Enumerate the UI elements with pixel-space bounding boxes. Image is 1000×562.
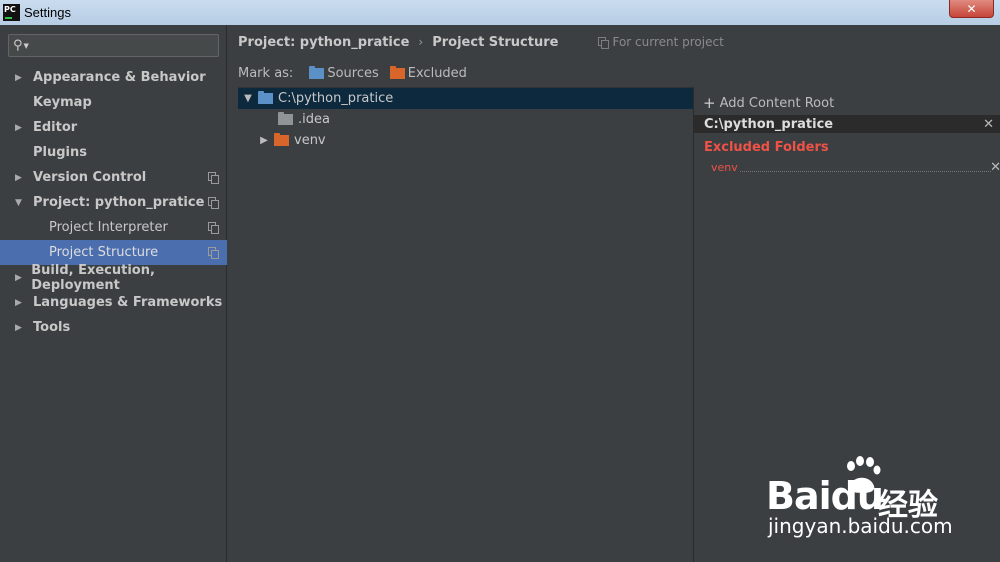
- project-scope-copy-icon: [208, 247, 219, 259]
- watermark-brand-bai: Bai: [766, 474, 832, 518]
- window-close-button[interactable]: ✕: [949, 0, 994, 18]
- sidebar-item-project-structure[interactable]: Project Structure: [0, 240, 227, 265]
- excluded-folders-title: Excluded Folders: [704, 140, 829, 155]
- content-root-tree: ▼ C:\python_pratice .idea ▶ venv: [238, 87, 693, 562]
- excluded-folder-icon: [389, 65, 405, 79]
- tree-row-label: .idea: [298, 112, 330, 127]
- for-current-project-label: For current project: [612, 35, 724, 49]
- mark-excluded-label: Excluded: [407, 65, 467, 81]
- sidebar-item-label: Editor: [33, 120, 78, 135]
- collapse-arrow-icon[interactable]: ▼: [238, 93, 258, 104]
- expand-arrow-icon[interactable]: ▶: [254, 135, 274, 146]
- window-title: Settings: [24, 5, 71, 20]
- tree-row-root[interactable]: ▼ C:\python_pratice: [238, 88, 693, 109]
- sidebar-item-version-control[interactable]: ▶ Version Control: [0, 165, 227, 190]
- sidebar-item-label: Tools: [33, 320, 71, 335]
- sidebar-item-label: Appearance & Behavior: [33, 70, 206, 85]
- page-title: Project Structure: [432, 34, 559, 50]
- add-content-root-button[interactable]: + Add Content Root: [703, 94, 834, 112]
- settings-sidebar: ⚲ ▼ ▶ Appearance & Behavior Keymap ▶ Edi…: [0, 25, 227, 562]
- tree-row-label: C:\python_pratice: [278, 91, 394, 106]
- sidebar-item-label: Plugins: [33, 145, 87, 160]
- tree-row-idea[interactable]: .idea: [238, 109, 693, 130]
- sidebar-item-build-execution-deployment[interactable]: ▶ Build, Execution, Deployment: [0, 262, 227, 293]
- breadcrumb-project[interactable]: Project: python_pratice: [238, 35, 409, 50]
- sidebar-item-label: Version Control: [33, 170, 147, 185]
- expand-arrow-icon[interactable]: ▶: [0, 273, 31, 283]
- breadcrumb: Project: python_pratice › Project Struct…: [228, 25, 1000, 59]
- baidu-jingyan-watermark: Baidu 经验 jingyan.baidu.com: [766, 450, 996, 545]
- watermark-brand: Baidu: [766, 474, 884, 518]
- sidebar-item-label: Build, Execution, Deployment: [31, 262, 155, 293]
- dotted-leader: [739, 163, 991, 172]
- sidebar-item-plugins[interactable]: Plugins: [0, 140, 227, 165]
- sidebar-item-project-interpreter[interactable]: Project Interpreter: [0, 215, 227, 240]
- expand-arrow-icon[interactable]: ▶: [0, 123, 33, 133]
- excluded-folder-item: venv ✕: [711, 160, 1000, 175]
- watermark-url: jingyan.baidu.com: [768, 514, 953, 538]
- pycharm-app-icon: PC: [3, 4, 20, 21]
- excluded-folder-icon: [274, 133, 289, 146]
- plus-icon: +: [703, 94, 716, 112]
- folder-icon: [278, 112, 293, 125]
- for-current-project-note: For current project: [598, 35, 724, 49]
- mark-as-toolbar: Mark as: Sources Excluded: [238, 63, 478, 83]
- expand-arrow-icon[interactable]: ▶: [0, 298, 33, 308]
- expand-arrow-icon[interactable]: ▶: [0, 173, 33, 183]
- project-scope-copy-icon: [208, 197, 219, 209]
- add-content-root-label: Add Content Root: [719, 95, 835, 111]
- sidebar-item-label: Keymap: [33, 95, 92, 110]
- folder-icon: [258, 91, 273, 104]
- watermark-brand-du: du: [830, 474, 884, 518]
- expand-arrow-icon[interactable]: ▶: [0, 73, 33, 83]
- search-icon: ⚲: [13, 38, 23, 53]
- sidebar-item-tools[interactable]: ▶ Tools: [0, 315, 227, 340]
- sidebar-item-label: Languages & Frameworks: [33, 295, 223, 310]
- sources-folder-icon: [309, 65, 325, 79]
- settings-tree: ▶ Appearance & Behavior Keymap ▶ Editor …: [0, 65, 227, 340]
- mark-as-label: Mark as:: [238, 65, 294, 81]
- project-scope-copy-icon: [208, 172, 219, 184]
- sidebar-item-editor[interactable]: ▶ Editor: [0, 115, 227, 140]
- content-root-header: C:\python_pratice ✕: [694, 115, 1000, 133]
- remove-excluded-folder-icon[interactable]: ✕: [990, 160, 1000, 175]
- settings-search-input[interactable]: ⚲ ▼: [8, 34, 219, 57]
- remove-content-root-icon[interactable]: ✕: [983, 117, 994, 132]
- content-root-path: C:\python_pratice: [704, 116, 834, 132]
- mark-sources-button[interactable]: Sources: [309, 65, 379, 81]
- project-scope-copy-icon: [598, 36, 610, 49]
- sidebar-item-appearance-behavior[interactable]: ▶ Appearance & Behavior: [0, 65, 227, 90]
- search-dropdown-icon[interactable]: ▼: [24, 42, 29, 50]
- expand-arrow-icon[interactable]: ▶: [0, 323, 33, 333]
- tree-row-label: venv: [294, 133, 326, 148]
- breadcrumb-separator: ›: [418, 35, 424, 49]
- sidebar-item-languages-frameworks[interactable]: ▶ Languages & Frameworks: [0, 290, 227, 315]
- sidebar-item-label: Project: python_pratice: [33, 195, 205, 210]
- mark-excluded-button[interactable]: Excluded: [389, 65, 467, 81]
- sidebar-item-project[interactable]: ▼ Project: python_pratice: [0, 190, 227, 215]
- excluded-folder-name: venv: [711, 160, 738, 174]
- collapse-arrow-icon[interactable]: ▼: [0, 198, 33, 208]
- window-titlebar: PC Settings ✕: [0, 0, 1000, 25]
- mark-sources-label: Sources: [327, 65, 379, 81]
- sidebar-item-label: Project Interpreter: [49, 220, 168, 235]
- sidebar-item-label: Project Structure: [49, 245, 159, 260]
- project-scope-copy-icon: [208, 222, 219, 234]
- tree-row-venv[interactable]: ▶ venv: [238, 130, 693, 151]
- sidebar-item-keymap[interactable]: Keymap: [0, 90, 227, 115]
